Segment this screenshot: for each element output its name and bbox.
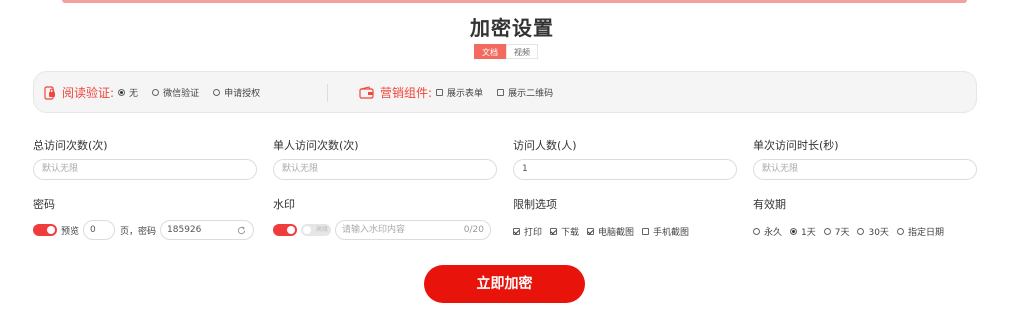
- read-verify-label: 阅读验证:: [62, 86, 115, 100]
- password-controls: 预览 0 页，密码 185926: [33, 220, 255, 240]
- watermark-controls: 高级 请输入水印内容 0/20: [273, 220, 491, 240]
- validity-options: 永久 1天 7天 30天 指定日期: [753, 225, 958, 238]
- top-accent-line: [62, 0, 967, 3]
- preview-label: 预览: [61, 226, 80, 237]
- advanced-toggle-text: 高级: [315, 226, 328, 233]
- total-visits-input[interactable]: 默认无限: [33, 159, 257, 180]
- watermark-toggle[interactable]: [273, 224, 297, 236]
- watermark-text-input[interactable]: 请输入水印内容 0/20: [335, 220, 491, 240]
- watermark-advanced-toggle[interactable]: 高级: [301, 224, 331, 236]
- radio-selected[interactable]: [118, 89, 126, 96]
- restrict-pc-screenshot[interactable]: 电脑截图: [587, 225, 634, 238]
- option-label: 电脑截图: [598, 228, 635, 238]
- visitors-input[interactable]: 1: [513, 159, 737, 180]
- option-label: 申请授权: [224, 89, 261, 99]
- restrict-print[interactable]: 打印: [513, 225, 542, 238]
- read-verify-option-wechat[interactable]: 微信验证: [152, 86, 199, 99]
- visitors-label: 访问人数(人): [513, 139, 577, 152]
- option-label: 无: [129, 89, 139, 99]
- radio[interactable]: [857, 228, 865, 235]
- page-title: 加密设置: [470, 16, 554, 40]
- restrictions-label: 限制选项: [513, 198, 557, 211]
- validity-label: 有效期: [753, 198, 786, 211]
- option-label: 微信验证: [163, 89, 200, 99]
- content-type-tabs: 文档 视频: [474, 44, 538, 59]
- watermark-counter: 0/20: [463, 225, 484, 235]
- marketing-option-qrcode[interactable]: 展示二维码: [497, 86, 553, 99]
- read-verify-option-apply[interactable]: 申请授权: [213, 86, 260, 99]
- watermark-label: 水印: [273, 198, 295, 211]
- restrict-mobile-screenshot[interactable]: 手机截图: [642, 225, 689, 238]
- preview-pages-input[interactable]: 0: [83, 220, 116, 240]
- divider: [327, 84, 328, 102]
- password-value: 185926: [167, 225, 202, 235]
- radio[interactable]: [896, 228, 904, 235]
- validity-custom-date[interactable]: 指定日期: [896, 225, 944, 238]
- validity-forever[interactable]: 永久: [753, 225, 782, 238]
- watermark-placeholder: 请输入水印内容: [342, 225, 406, 235]
- marketing-option-form[interactable]: 展示表单: [436, 86, 483, 99]
- checkbox[interactable]: [642, 228, 650, 235]
- option-label: 手机截图: [653, 228, 690, 238]
- refresh-icon[interactable]: [237, 226, 246, 235]
- password-toggle[interactable]: [33, 224, 57, 236]
- radio[interactable]: [152, 89, 160, 96]
- settings-bar: 阅读验证: 无 微信验证 申请授权 营销组件: 展示表单 展示二维码: [33, 71, 977, 113]
- phone-lock-icon: [44, 85, 55, 100]
- single-duration-label: 单次访问时长(秒): [753, 139, 839, 152]
- option-label: 展示表单: [447, 89, 484, 99]
- tab-document[interactable]: 文档: [474, 44, 506, 59]
- option-label: 打印: [524, 228, 543, 238]
- option-label: 7天: [834, 228, 850, 238]
- option-label: 30天: [868, 228, 889, 238]
- checkbox[interactable]: [497, 89, 505, 96]
- tab-video[interactable]: 视频: [506, 44, 538, 59]
- pages-suffix-label: 页，密码: [120, 226, 157, 237]
- radio-selected[interactable]: [790, 228, 798, 235]
- marketing-group: 营销组件: 展示表单 展示二维码: [359, 84, 567, 101]
- password-input[interactable]: 185926: [160, 220, 255, 240]
- restrictions-options: 打印 下载 电脑截图 手机截图: [513, 225, 703, 238]
- password-label: 密码: [33, 198, 55, 211]
- option-label: 1天: [801, 228, 816, 238]
- read-verify-option-none[interactable]: 无: [118, 86, 138, 99]
- single-duration-input[interactable]: 默认无限: [753, 159, 977, 180]
- validity-30days[interactable]: 30天: [857, 225, 889, 238]
- checkbox-checked[interactable]: [587, 228, 595, 235]
- option-label: 指定日期: [907, 228, 944, 238]
- radio[interactable]: [753, 228, 760, 235]
- checkbox-checked[interactable]: [513, 228, 520, 235]
- wallet-icon: [359, 86, 374, 99]
- radio[interactable]: [213, 89, 221, 96]
- total-visits-label: 总访问次数(次): [33, 139, 108, 152]
- radio[interactable]: [823, 228, 831, 235]
- option-label: 展示二维码: [508, 89, 554, 99]
- checkbox[interactable]: [436, 89, 444, 96]
- validity-1day[interactable]: 1天: [790, 225, 816, 238]
- restrict-download[interactable]: 下载: [550, 225, 579, 238]
- validity-7days[interactable]: 7天: [823, 225, 850, 238]
- read-verify-group: 阅读验证: 无 微信验证 申请授权: [44, 84, 274, 101]
- encrypt-now-button[interactable]: 立即加密: [424, 265, 585, 303]
- single-visits-label: 单人访问次数(次): [273, 139, 359, 152]
- option-label: 下载: [561, 228, 580, 238]
- checkbox-checked[interactable]: [550, 228, 558, 235]
- single-visits-input[interactable]: 默认无限: [273, 159, 497, 180]
- marketing-label: 营销组件:: [380, 86, 433, 100]
- option-label: 永久: [764, 228, 783, 238]
